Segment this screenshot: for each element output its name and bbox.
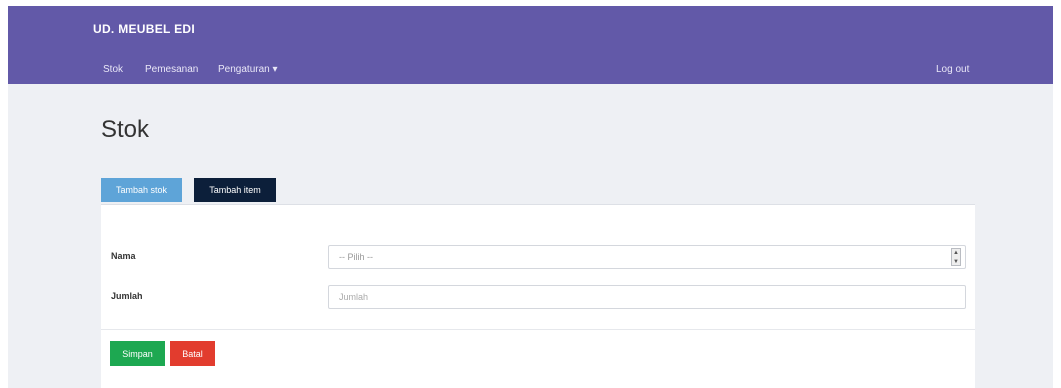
save-button[interactable]: Simpan — [110, 341, 165, 366]
tab-tambah-stok[interactable]: Tambah stok — [101, 178, 182, 202]
nama-select[interactable]: -- Pilih -- ▲ ▼ — [328, 245, 966, 269]
app-window: UD. MEUBEL EDI Stok Pemesanan Pengaturan… — [8, 6, 1053, 388]
tab-tambah-item[interactable]: Tambah item — [194, 178, 276, 202]
nav-item-stok[interactable]: Stok — [103, 64, 123, 75]
select-arrows-icon: ▲ ▼ — [951, 248, 961, 266]
page-title: Stok — [101, 116, 150, 143]
brand-logo[interactable]: UD. MEUBEL EDI — [93, 22, 195, 36]
form-divider — [101, 329, 975, 330]
nav-item-pemesanan[interactable]: Pemesanan — [145, 64, 198, 75]
logout-link[interactable]: Log out — [936, 64, 969, 75]
nama-select-value: -- Pilih -- — [339, 252, 373, 262]
jumlah-label: Jumlah — [111, 291, 143, 301]
nav-item-pengaturan-dropdown[interactable]: Pengaturan ▾ — [218, 64, 278, 75]
nama-label: Nama — [111, 251, 136, 261]
top-navbar: UD. MEUBEL EDI Stok Pemesanan Pengaturan… — [8, 6, 1053, 84]
jumlah-input[interactable] — [328, 285, 966, 309]
cancel-button[interactable]: Batal — [170, 341, 215, 366]
stock-form-panel: Nama -- Pilih -- ▲▼ Jumlah Simpan Batal — [101, 204, 975, 388]
